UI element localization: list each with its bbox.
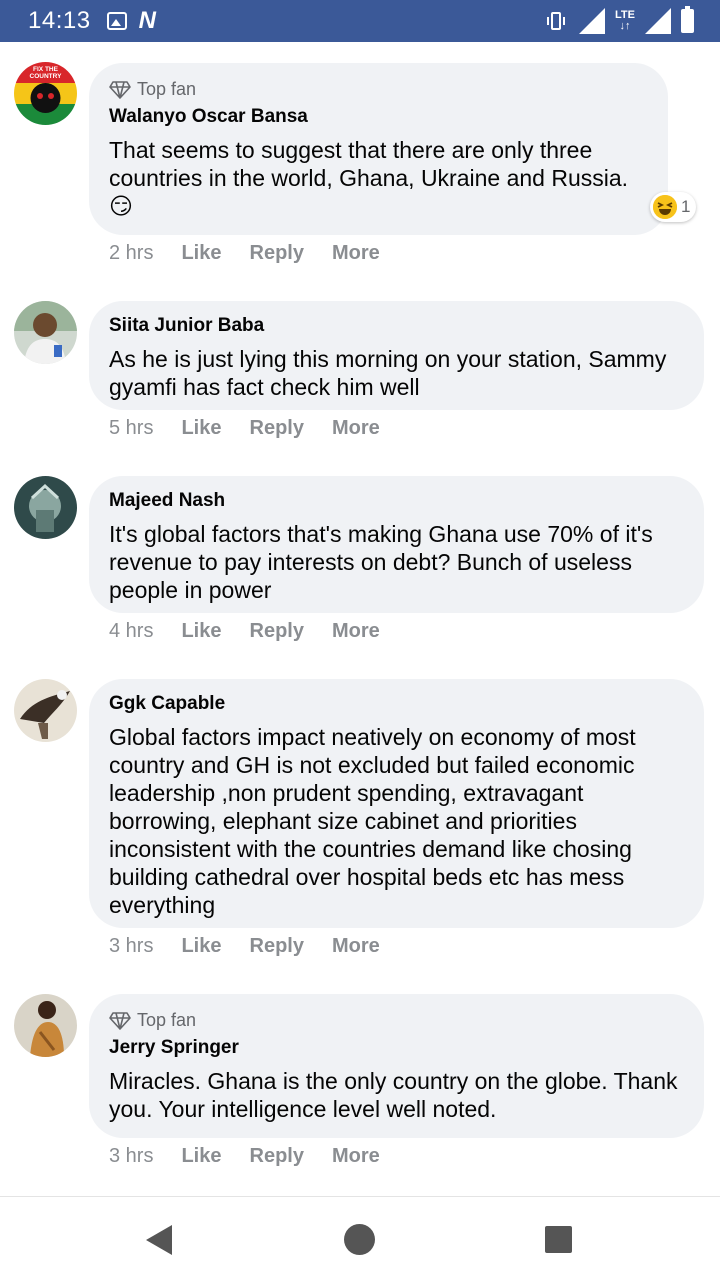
more-button[interactable]: More [332, 242, 380, 265]
comment-time[interactable]: 3 hrs [109, 935, 153, 958]
comment-time[interactable]: 2 hrs [109, 242, 153, 265]
reply-button[interactable]: Reply [250, 417, 304, 440]
comment-bubble: Top fan Jerry Springer Miracles. Ghana i… [89, 994, 704, 1138]
lte-indicator: LTE ↓↑ [615, 9, 635, 32]
like-button[interactable]: Like [181, 620, 221, 643]
back-icon[interactable] [146, 1225, 172, 1255]
app-notification-icon: N [138, 7, 156, 34]
comment-time[interactable]: 4 hrs [109, 620, 153, 643]
comment-actions: 3 hrs Like Reply More [109, 1145, 408, 1168]
more-button[interactable]: More [332, 1145, 380, 1168]
comment-text: Global factors impact neatively on econo… [109, 724, 643, 918]
comment-author[interactable]: Ggk Capable [109, 693, 684, 715]
cell-signal-icon-2 [645, 8, 671, 34]
comment-text: That seems to suggest that there are onl… [109, 137, 635, 219]
recent-apps-icon[interactable] [545, 1226, 572, 1253]
comment-actions: 5 hrs Like Reply More [109, 417, 408, 440]
avatar[interactable] [14, 476, 77, 539]
avatar[interactable] [14, 301, 77, 364]
comment-text: Miracles. Ghana is the only country on t… [109, 1068, 684, 1122]
reaction-summary[interactable]: 1 [650, 192, 697, 222]
gallery-notification-icon [106, 12, 127, 30]
comment-text: As he is just lying this morning on your… [109, 346, 673, 400]
top-fan-badge: Top fan [109, 1010, 684, 1031]
home-icon[interactable] [344, 1224, 375, 1255]
avatar-logo-text: FIX THE [33, 66, 59, 73]
like-button[interactable]: Like [181, 417, 221, 440]
reply-button[interactable]: Reply [250, 620, 304, 643]
vibrate-icon [547, 12, 566, 30]
navigation-bar [0, 1196, 720, 1281]
comment-author[interactable]: Majeed Nash [109, 490, 684, 512]
avatar[interactable] [14, 679, 77, 742]
comment-author[interactable]: Walanyo Oscar Bansa [109, 106, 648, 128]
comment-time[interactable]: 5 hrs [109, 417, 153, 440]
comment-bubble: Top fan Walanyo Oscar Bansa That seems t… [89, 63, 668, 235]
more-button[interactable]: More [332, 935, 380, 958]
top-fan-badge: Top fan [109, 79, 648, 100]
comment-bubble: Siita Junior Baba As he is just lying th… [89, 301, 704, 410]
avatar[interactable] [14, 994, 77, 1057]
comment-author[interactable]: Siita Junior Baba [109, 315, 684, 337]
comment-bubble: Ggk Capable Global factors impact neativ… [89, 679, 704, 928]
comment-actions: 2 hrs Like Reply More [109, 242, 408, 265]
like-button[interactable]: Like [181, 242, 221, 265]
diamond-icon [109, 80, 131, 99]
status-bar: 14:13 N LTE ↓↑ [0, 0, 720, 42]
comment-actions: 4 hrs Like Reply More [109, 620, 408, 643]
diamond-icon [109, 1011, 131, 1030]
like-button[interactable]: Like [181, 1145, 221, 1168]
comment-time[interactable]: 3 hrs [109, 1145, 153, 1168]
laugh-reaction-icon [653, 195, 677, 219]
comment-text: It's global factors that's making Ghana … [109, 521, 660, 603]
reaction-count: 1 [681, 197, 691, 216]
reply-button[interactable]: Reply [250, 935, 304, 958]
status-time: 14:13 [28, 7, 91, 34]
svg-text:COUNTRY: COUNTRY [30, 73, 63, 80]
battery-icon [681, 6, 694, 33]
cell-signal-icon [579, 8, 606, 34]
comment-author[interactable]: Jerry Springer [109, 1037, 684, 1059]
avatar[interactable]: FIX THE COUNTRY [14, 62, 77, 125]
more-button[interactable]: More [332, 620, 380, 643]
more-button[interactable]: More [332, 417, 380, 440]
reply-button[interactable]: Reply [250, 1145, 304, 1168]
reply-button[interactable]: Reply [250, 242, 304, 265]
comment-actions: 3 hrs Like Reply More [109, 935, 408, 958]
comment-bubble: Majeed Nash It's global factors that's m… [89, 476, 704, 613]
like-button[interactable]: Like [181, 935, 221, 958]
